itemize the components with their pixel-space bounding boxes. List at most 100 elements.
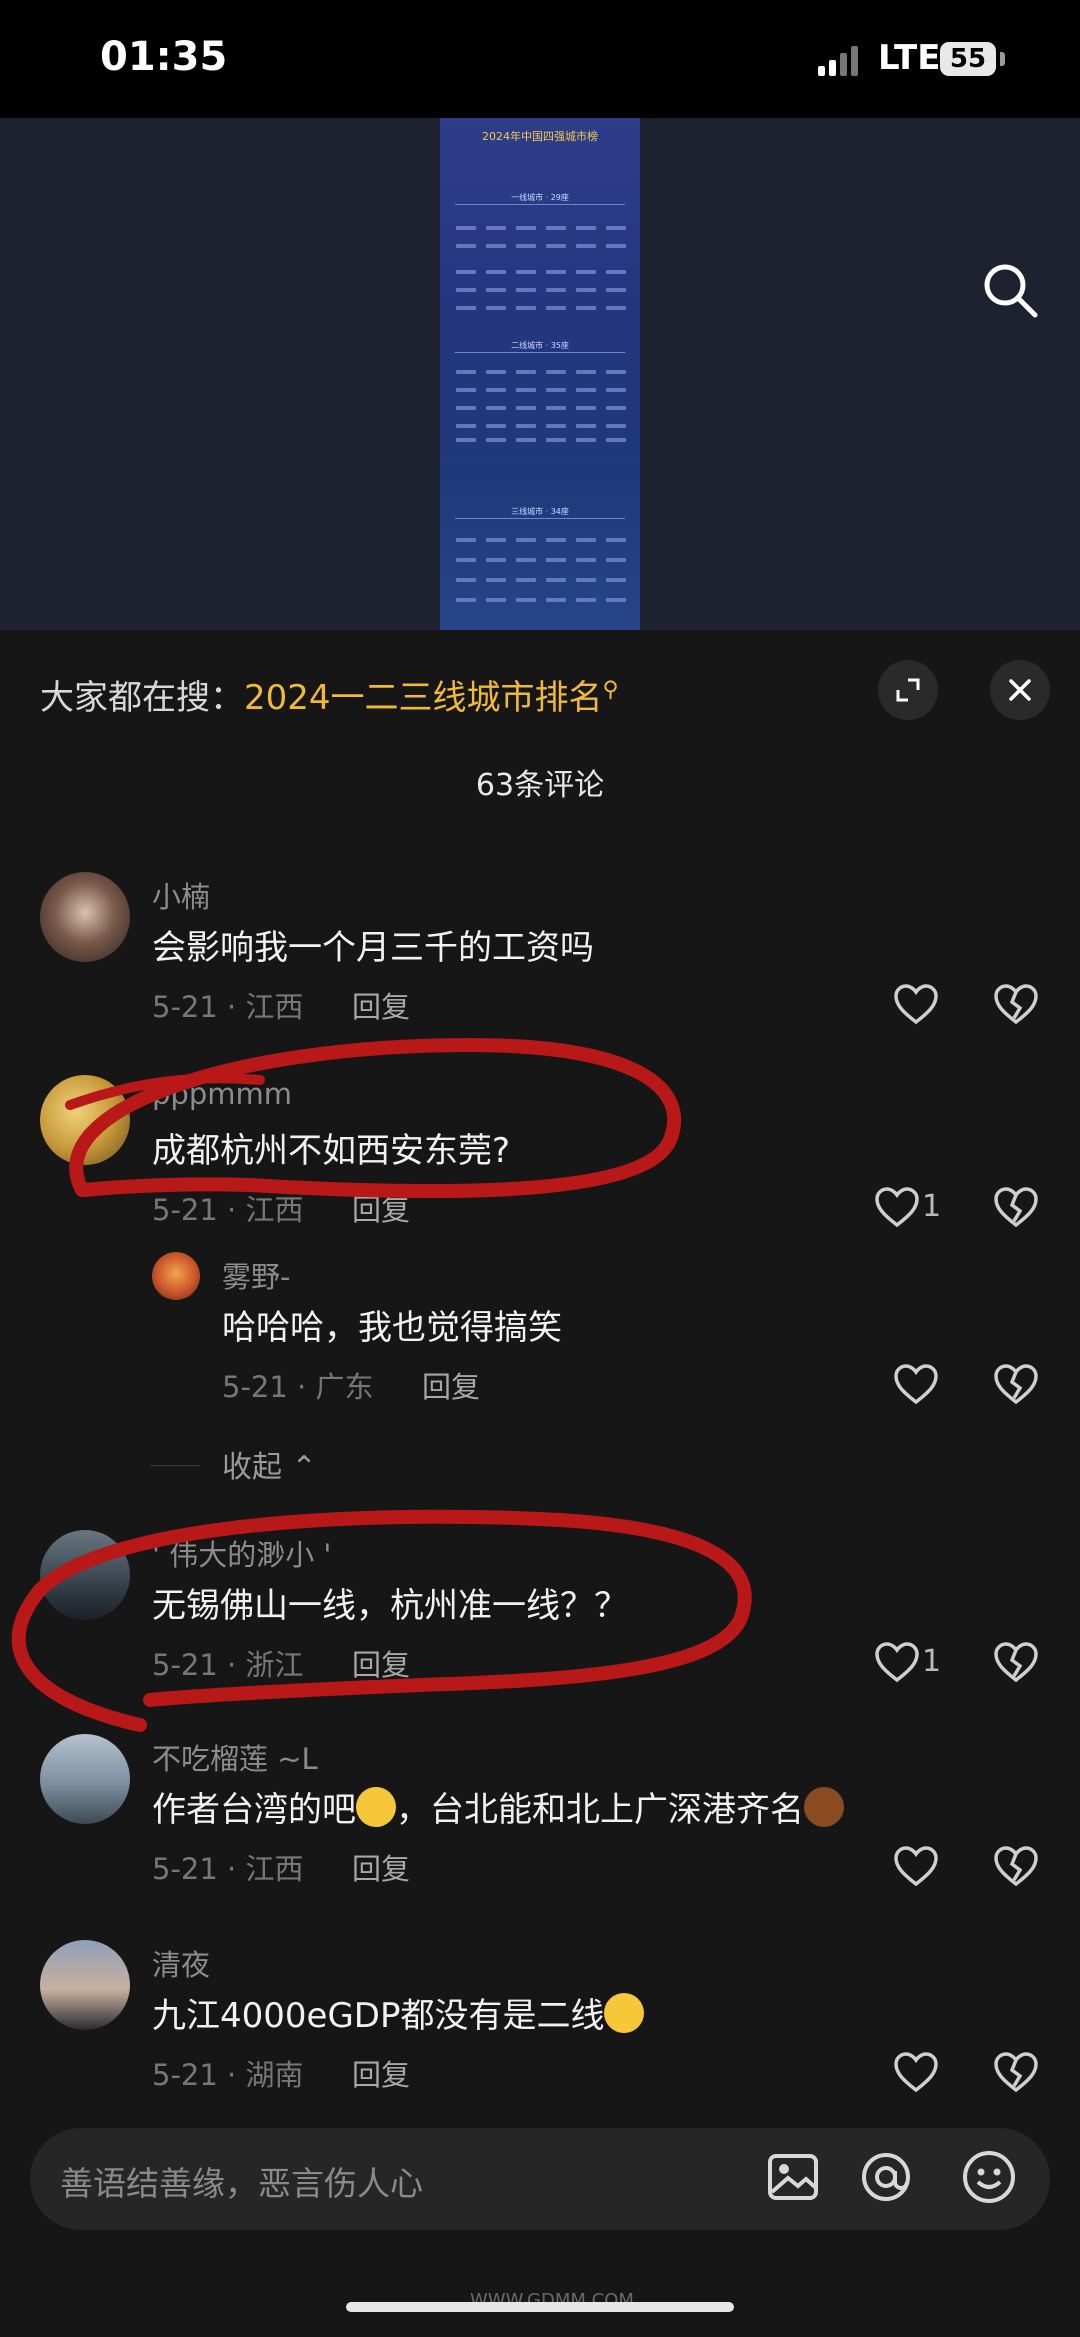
poster-city-label <box>486 538 506 542</box>
poster-heading-tier1: 一线城市 · 29座 <box>511 193 569 202</box>
poster-city-label <box>606 578 626 582</box>
poster-city-label <box>516 598 536 602</box>
close-icon <box>1009 679 1031 701</box>
poster-city-label <box>546 406 566 410</box>
reply-button[interactable]: 回复 <box>352 2052 410 2094</box>
poster-city-label <box>606 226 626 230</box>
poster-city-label <box>576 558 596 562</box>
dislike-broken-heart-icon[interactable] <box>993 984 1039 1026</box>
poster-city-label <box>516 438 536 442</box>
hot-search[interactable]: 大家都在搜：2024一二三线城市排名⚲ <box>40 670 619 719</box>
home-indicator[interactable] <box>346 2302 734 2312</box>
like-heart-icon[interactable] <box>893 984 939 1026</box>
comments-sheet: 大家都在搜：2024一二三线城市排名⚲ 63条评论 小楠 会影响我一个月三千的工… <box>0 630 1080 2337</box>
poster-city-label <box>456 538 476 542</box>
reply-button[interactable]: 回复 <box>422 1364 480 1406</box>
poster-city-label <box>546 438 566 442</box>
reply-button[interactable]: 回复 <box>352 984 410 1026</box>
poster-city-label <box>486 406 506 410</box>
avatar[interactable] <box>40 1530 130 1620</box>
poster-city-label <box>486 370 506 374</box>
collapse-replies[interactable]: 收起 ⌃ <box>222 1442 317 1486</box>
comment-author[interactable]: pppmmm <box>152 1077 292 1111</box>
comment-text-part: 九江4000eGDP都没有是二线 <box>152 1996 605 2036</box>
poster-city-label <box>486 226 506 230</box>
poster-city-label <box>456 370 476 374</box>
poster-city-label <box>546 578 566 582</box>
expand-button[interactable] <box>878 660 938 720</box>
avatar[interactable] <box>40 1075 130 1165</box>
close-button[interactable] <box>990 660 1050 720</box>
network-type: LTE <box>878 38 941 78</box>
like-count: 1 <box>922 1189 942 1224</box>
chevron-up-icon: ⌃ <box>282 1450 317 1485</box>
poster-city-label <box>516 226 536 230</box>
poster-city-label <box>576 438 596 442</box>
search-icon[interactable] <box>980 260 1040 320</box>
reply-button[interactable]: 回复 <box>352 1846 410 1888</box>
poster-city-label <box>486 270 506 274</box>
comment-text-part: ，台北能和北上广深港齐名 <box>396 1790 804 1830</box>
poster-city-label <box>456 438 476 442</box>
poster-city-label <box>576 370 596 374</box>
dislike-broken-heart-icon[interactable] <box>993 1187 1039 1229</box>
dislike-broken-heart-icon[interactable] <box>993 1364 1039 1406</box>
comment-text: 哈哈哈，我也觉得搞笑 <box>222 1308 562 1348</box>
poster-city-label <box>516 406 536 410</box>
poster-city-label <box>546 306 566 310</box>
poster-city-label <box>576 306 596 310</box>
poster-city-label <box>606 438 626 442</box>
comment-text-part: 作者台湾的吧 <box>152 1790 356 1830</box>
image-icon[interactable] <box>762 2146 824 2208</box>
collapse-divider <box>150 1465 200 1466</box>
comment-author[interactable]: ' 伟大的渺小 ' <box>152 1532 331 1574</box>
hot-search-prefix: 大家都在搜： <box>40 678 244 718</box>
poster-city-label <box>576 578 596 582</box>
reply-button[interactable]: 回复 <box>352 1187 410 1229</box>
comment-author[interactable]: 清夜 <box>152 1942 210 1984</box>
poster-city-label <box>516 388 536 392</box>
poster-city-label <box>546 244 566 248</box>
poster-city-label <box>576 406 596 410</box>
poster-city-label <box>576 424 596 428</box>
status-time: 01:35 <box>100 34 228 80</box>
like-heart-icon[interactable] <box>874 1187 920 1229</box>
comment-meta: 5-21 · 江西 <box>152 1193 304 1227</box>
like-heart-icon[interactable] <box>893 2052 939 2094</box>
poster-city-label <box>486 598 506 602</box>
poster-city-label <box>546 288 566 292</box>
hot-search-query[interactable]: 2024一二三线城市排名 <box>244 678 603 718</box>
dislike-broken-heart-icon[interactable] <box>993 1642 1039 1684</box>
comment-text: 无锡佛山一线，杭州准一线？？ <box>152 1586 628 1626</box>
video-preview[interactable]: 2024年中国四强城市榜 一线城市 · 29座 二线城市 · 35座 三线城市 … <box>0 118 1080 630</box>
dislike-broken-heart-icon[interactable] <box>993 2052 1039 2094</box>
poster-city-label <box>516 370 536 374</box>
comment-author[interactable]: 不吃榴莲 ~L <box>152 1736 318 1778</box>
like-heart-icon[interactable] <box>893 1846 939 1888</box>
poster-city-label <box>486 306 506 310</box>
like-heart-icon[interactable] <box>874 1642 920 1684</box>
avatar[interactable] <box>40 1940 130 2030</box>
avatar[interactable] <box>152 1252 200 1300</box>
avatar[interactable] <box>40 1734 130 1824</box>
like-heart-icon[interactable] <box>893 1364 939 1406</box>
poster-city-label <box>516 424 536 428</box>
reply-button[interactable]: 回复 <box>352 1642 410 1684</box>
comment-count: 63条评论 <box>475 768 605 803</box>
comment-meta: 5-21 · 广东 <box>222 1370 374 1404</box>
comment-author[interactable]: 雾野- <box>222 1254 290 1296</box>
comment-meta: 5-21 · 江西 <box>152 1852 304 1886</box>
comment-meta: 5-21 · 湖南 <box>152 2058 304 2092</box>
comment-text: 九江4000eGDP都没有是二线 <box>152 1988 645 2037</box>
poster-city-label <box>456 406 476 410</box>
dislike-broken-heart-icon[interactable] <box>993 1846 1039 1888</box>
emoji-icon[interactable] <box>958 2146 1020 2208</box>
poster-city-label <box>456 306 476 310</box>
poster-city-label <box>576 270 596 274</box>
comment-text: 成都杭州不如西安东莞? <box>152 1131 511 1171</box>
comment-author[interactable]: 小楠 <box>152 874 210 916</box>
status-bar: 01:35 LTE 55 <box>0 0 1080 118</box>
mention-icon[interactable] <box>855 2146 917 2208</box>
avatar[interactable] <box>40 872 130 962</box>
poster-city-label <box>456 424 476 428</box>
